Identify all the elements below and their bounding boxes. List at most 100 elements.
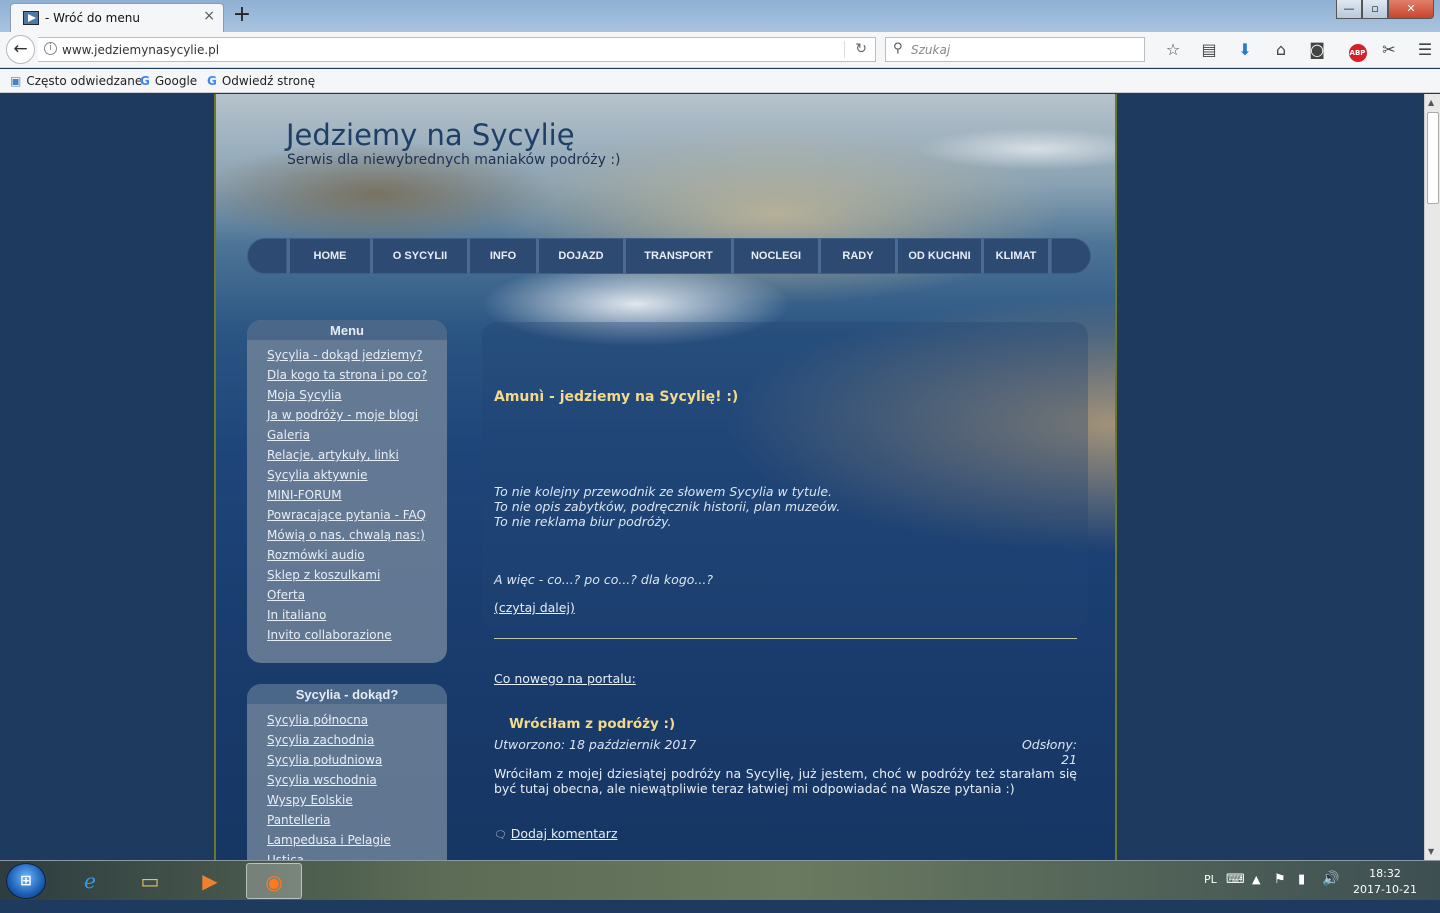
nav-cap-left: [247, 238, 287, 274]
intro-text: To nie kolejny przewodnik ze słowem Sycy…: [494, 484, 840, 529]
browser-tab[interactable]: - Wróć do menu ×: [10, 3, 224, 32]
bookmark-star-icon[interactable]: ☆: [1155, 40, 1191, 62]
menu-link-item[interactable]: Sklep z koszulkami: [267, 565, 447, 585]
adblock-icon[interactable]: ABP: [1335, 40, 1371, 62]
article-title[interactable]: Wróciłam z podróży :): [509, 716, 675, 732]
page-viewport: Jedziemy na Sycylię Serwis dla niewybred…: [0, 94, 1424, 860]
file-explorer-icon[interactable]: ▭: [122, 863, 178, 899]
add-comment[interactable]: 🗨 Dodaj komentarz: [494, 826, 618, 841]
screenshot-icon[interactable]: ✂: [1371, 40, 1407, 62]
nav-noclegi[interactable]: NOCLEGI: [731, 238, 818, 274]
menu-link-item[interactable]: Moja Sycylia: [267, 385, 447, 405]
menu-link-item[interactable]: MINI-FORUM: [267, 485, 447, 505]
menu-box-title: Menu: [247, 320, 447, 340]
site-subtitle: Serwis dla niewybrednych maniaków podróż…: [287, 152, 621, 168]
destination-link-item[interactable]: Sycylia zachodnia: [267, 730, 447, 750]
menu-link-item[interactable]: In italiano: [267, 605, 447, 625]
menu-link-item[interactable]: Mówią o nas, chwalą nas:): [267, 525, 447, 545]
menu-box: Menu Sycylia - dokąd jedziemy? Dla kogo t…: [247, 320, 447, 663]
nav-info[interactable]: INFO: [467, 238, 536, 274]
destination-link-item[interactable]: Sycylia wschodnia: [267, 770, 447, 790]
windows-taskbar: ⊞ ℯ ▭ ▶ ◉ PL ⌨ ▲ ⚑ ▮ 🔊 18:32 2017-10-21: [0, 860, 1440, 900]
nav-home[interactable]: HOME: [287, 238, 370, 274]
menu-link-item[interactable]: Sycylia aktywnie: [267, 465, 447, 485]
hamburger-menu-icon[interactable]: ☰: [1407, 40, 1440, 62]
destination-link-item[interactable]: Pantelleria: [267, 810, 447, 830]
window-titlebar: - Wróć do menu × + — ▫ ✕: [0, 0, 1440, 32]
pocket-icon[interactable]: ◙: [1299, 40, 1335, 62]
menu-link-item[interactable]: Galeria: [267, 425, 447, 445]
destination-link-item[interactable]: Lampedusa i Pelagie: [267, 830, 447, 850]
start-button[interactable]: ⊞: [6, 863, 46, 899]
toolbar-icons: ☆ ▤ ⬇ ⌂ ◙ ABP ✂ ☰: [1155, 40, 1440, 62]
nav-cap-right: [1051, 238, 1091, 274]
menu-link-item[interactable]: Sycylia - dokąd jedziemy?: [267, 345, 447, 365]
info-icon[interactable]: i: [44, 42, 57, 55]
destination-link-item[interactable]: Wyspy Eolskie: [267, 790, 447, 810]
menu-link-item[interactable]: Oferta: [267, 585, 447, 605]
volume-icon[interactable]: 🔊: [1322, 871, 1339, 911]
new-tab-button[interactable]: +: [230, 2, 254, 27]
reload-icon[interactable]: ↻: [855, 41, 867, 57]
bookmark-google[interactable]: G Google: [140, 74, 197, 88]
reader-list-icon[interactable]: ▤: [1191, 40, 1227, 62]
search-input[interactable]: ⚲ Szukaj: [885, 37, 1145, 62]
keyboard-icon[interactable]: ⌨: [1226, 872, 1245, 912]
system-clock[interactable]: 18:32 2017-10-21: [1348, 866, 1422, 898]
close-window-button[interactable]: ✕: [1388, 0, 1434, 19]
scroll-thumb[interactable]: [1427, 112, 1439, 204]
menu-link-item[interactable]: Ja w podróży - moje blogi: [267, 405, 447, 425]
bookmark-most-visited[interactable]: ▣ Często odwiedzane: [10, 74, 142, 88]
add-comment-link[interactable]: Dodaj komentarz: [511, 826, 618, 841]
action-center-flag-icon[interactable]: ⚑: [1274, 872, 1286, 912]
download-icon[interactable]: ⬇: [1227, 40, 1263, 62]
url-text: www.jedziemynasycylie.pl: [62, 43, 220, 57]
menu-link-item[interactable]: Rozmówki audio: [267, 545, 447, 565]
intro-line: To nie reklama biur podróży.: [494, 514, 672, 529]
internet-explorer-icon[interactable]: ℯ: [62, 863, 118, 899]
site-favicon-icon: [23, 11, 39, 25]
language-indicator[interactable]: PL: [1204, 873, 1217, 913]
nav-klimat[interactable]: KLIMAT: [981, 238, 1051, 274]
maximize-button[interactable]: ▫: [1362, 0, 1388, 19]
menu-link-item[interactable]: Invito collaborazione: [267, 625, 447, 645]
menu-list: Sycylia - dokąd jedziemy? Dla kogo ta str…: [247, 340, 447, 645]
destination-link-item[interactable]: Sycylia północna: [267, 710, 447, 730]
menu-link-item[interactable]: Relacje, artykuły, linki: [267, 445, 447, 465]
network-icon[interactable]: ▮: [1298, 872, 1305, 912]
destinations-box: Sycylia - dokąd? Sycylia północna Sycylia…: [247, 684, 447, 860]
home-icon[interactable]: ⌂: [1263, 40, 1299, 62]
address-bar[interactable]: i www.jedziemynasycylie.pl ↻: [38, 37, 876, 62]
menu-link-item[interactable]: Dla kogo ta strona i po co?: [267, 365, 447, 385]
menu-link-item[interactable]: Powracające pytania - FAQ: [267, 505, 447, 525]
read-more-link[interactable]: (czytaj dalej): [494, 600, 575, 615]
destination-link-item[interactable]: Ustica: [267, 850, 447, 860]
back-button[interactable]: ←: [6, 35, 35, 64]
search-placeholder: Szukaj: [911, 43, 951, 57]
media-player-icon[interactable]: ▶: [182, 863, 238, 899]
news-link[interactable]: Co nowego na portalu:: [494, 671, 636, 686]
tab-close-icon[interactable]: ×: [203, 8, 215, 24]
tab-title: - Wróć do menu: [45, 11, 140, 25]
nav-o-sycylii[interactable]: O SYCYLII: [370, 238, 467, 274]
arrow-left-icon: ←: [13, 39, 28, 59]
search-icon: ⚲: [893, 41, 903, 56]
destination-link-item[interactable]: Sycylia południowa: [267, 750, 447, 770]
navigation-toolbar: ← i www.jedziemynasycylie.pl ↻ ⚲ Szukaj …: [0, 32, 1440, 68]
firefox-icon[interactable]: ◉: [246, 863, 302, 899]
nav-rady[interactable]: RADY: [818, 238, 895, 274]
destinations-box-title: Sycylia - dokąd?: [247, 684, 447, 704]
google-icon: G: [207, 74, 217, 88]
nav-od-kuchni[interactable]: OD KUCHNI: [895, 238, 981, 274]
bookmark-label: Często odwiedzane: [26, 74, 143, 88]
destinations-list: Sycylia północna Sycylia zachodnia Sycylia…: [247, 704, 447, 860]
scroll-down-icon[interactable]: ▼: [1428, 847, 1434, 856]
page-scrollbar[interactable]: ▲ ▼: [1424, 94, 1440, 860]
scroll-up-icon[interactable]: ▲: [1428, 98, 1434, 107]
show-hidden-icons-icon[interactable]: ▲: [1252, 873, 1260, 913]
main-navigation: HOME O SYCYLII INFO DOJAZD TRANSPORT NOC…: [247, 238, 1098, 274]
bookmark-visit-page[interactable]: G Odwiedź stronę: [207, 74, 315, 88]
nav-dojazd[interactable]: DOJAZD: [536, 238, 623, 274]
nav-transport[interactable]: TRANSPORT: [623, 238, 731, 274]
minimize-button[interactable]: —: [1336, 0, 1362, 19]
